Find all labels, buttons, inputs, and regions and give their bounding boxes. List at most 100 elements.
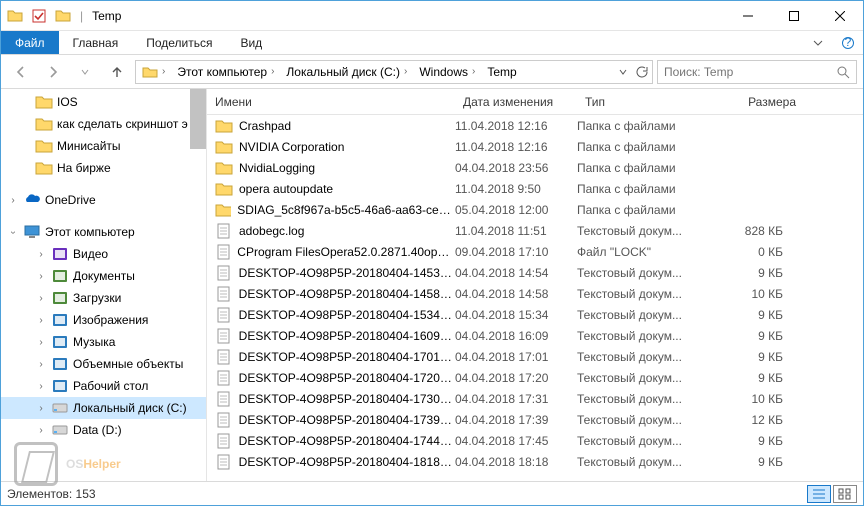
table-row[interactable]: Crashpad11.04.2018 12:16Папка с файлами (207, 115, 863, 136)
breadcrumb-seg-2[interactable]: Windows› (413, 61, 481, 83)
chevron-right-icon[interactable]: › (35, 425, 47, 436)
cell-name: DESKTOP-4O98P5P-20180404-1453.log (239, 266, 455, 280)
table-row[interactable]: NVIDIA Corporation11.04.2018 12:16Папка … (207, 136, 863, 157)
tree-item-label: Объемные объекты (73, 357, 183, 371)
chevron-right-icon[interactable]: › (35, 403, 47, 414)
tree-thispc-child-3[interactable]: ›Изображения (1, 309, 206, 331)
cell-type: Текстовый докум... (577, 266, 705, 280)
tree-thispc-child-5[interactable]: › Объемные объекты (1, 353, 206, 375)
qat-new-folder-icon[interactable] (53, 6, 73, 26)
table-row[interactable]: SDIAG_5c8f967a-b5c5-46a6-aa63-ce260af...… (207, 199, 863, 220)
up-button[interactable] (103, 58, 131, 86)
minimize-button[interactable] (725, 1, 771, 31)
column-type[interactable]: Тип (577, 89, 705, 114)
tree-item-label: Видео (73, 247, 108, 261)
table-row[interactable]: DESKTOP-4O98P5P-20180404-1701.log04.04.2… (207, 346, 863, 367)
tree-thispc-child-0[interactable]: › Видео (1, 243, 206, 265)
search-box[interactable] (657, 60, 857, 84)
tree-thispc-child-8[interactable]: ›Data (D:) (1, 419, 206, 441)
cell-date: 09.04.2018 17:10 (455, 245, 577, 259)
back-button[interactable] (7, 58, 35, 86)
qat-checkbox-icon[interactable] (29, 6, 49, 26)
breadcrumb-seg-0[interactable]: Этот компьютер› (171, 61, 280, 83)
close-button[interactable] (817, 1, 863, 31)
cell-date: 04.04.2018 23:56 (455, 161, 577, 175)
table-row[interactable]: CProgram FilesOpera52.0.2871.40opera_a..… (207, 241, 863, 262)
ribbon-expand-button[interactable] (803, 31, 833, 54)
table-row[interactable]: DESKTOP-4O98P5P-20180404-1453.log04.04.2… (207, 262, 863, 283)
table-row[interactable]: DESKTOP-4O98P5P-20180404-1818.log04.04.2… (207, 451, 863, 472)
tree-quick-0[interactable]: IOS (1, 91, 206, 113)
table-row[interactable]: NvidiaLogging04.04.2018 23:56Папка с фай… (207, 157, 863, 178)
chevron-right-icon[interactable]: › (35, 249, 47, 260)
recent-button[interactable] (71, 58, 99, 86)
breadcrumb-seg-1[interactable]: Локальный диск (C:)› (280, 61, 413, 83)
address-bar: › Этот компьютер› Локальный диск (C:)› W… (1, 55, 863, 89)
search-input[interactable] (664, 65, 836, 79)
search-icon[interactable] (836, 65, 850, 79)
column-date[interactable]: Дата изменения (455, 89, 577, 114)
tree-quick-1[interactable]: как сделать скриншот э (1, 113, 206, 135)
chevron-right-icon[interactable]: › (35, 315, 47, 326)
tree-quick-3[interactable]: На бирже (1, 157, 206, 179)
table-row[interactable]: DESKTOP-4O98P5P-20180404-1609.log04.04.2… (207, 325, 863, 346)
table-row[interactable]: DESKTOP-4O98P5P-20180404-1458.log04.04.2… (207, 283, 863, 304)
ribbon-help-button[interactable]: ? (833, 31, 863, 54)
cell-type: Текстовый докум... (577, 434, 705, 448)
table-row[interactable]: DESKTOP-4O98P5P-20180404-1739.log04.04.2… (207, 409, 863, 430)
column-name[interactable]: Имени (207, 89, 455, 114)
maximize-button[interactable] (771, 1, 817, 31)
cell-type: Папка с файлами (577, 182, 705, 196)
download-icon (51, 289, 69, 307)
tree-thispc-child-6[interactable]: ›Рабочий стол (1, 375, 206, 397)
cell-date: 04.04.2018 16:09 (455, 329, 577, 343)
table-row[interactable]: DESKTOP-4O98P5P-20180404-1730.log04.04.2… (207, 388, 863, 409)
breadcrumb[interactable]: › Этот компьютер› Локальный диск (C:)› W… (135, 60, 653, 84)
tree-onedrive[interactable]: › OneDrive (1, 189, 206, 211)
ribbon-tab-view[interactable]: Вид (226, 31, 276, 54)
breadcrumb-seg-3[interactable]: Temp (481, 61, 522, 83)
chevron-right-icon[interactable]: › (35, 271, 47, 282)
cell-size: 9 КБ (705, 266, 805, 280)
ribbon-tab-home[interactable]: Главная (59, 31, 133, 54)
cell-name: opera autoupdate (239, 182, 333, 196)
tree-thispc-child-7[interactable]: ›Локальный диск (C:) (1, 397, 206, 419)
cell-name: adobegc.log (239, 224, 304, 238)
cell-type: Текстовый докум... (577, 413, 705, 427)
table-row[interactable]: DESKTOP-4O98P5P-20180404-1720.log04.04.2… (207, 367, 863, 388)
column-size[interactable]: Размера (705, 89, 805, 114)
ribbon-tab-file[interactable]: Файл (1, 31, 59, 54)
view-details-button[interactable] (807, 485, 831, 503)
cell-date: 05.04.2018 12:00 (455, 203, 577, 217)
tree-thispc-child-4[interactable]: ›Музыка (1, 331, 206, 353)
ribbon-tab-share[interactable]: Поделиться (132, 31, 226, 54)
tree-quick-2[interactable]: Минисайты (1, 135, 206, 157)
table-row[interactable]: adobegc.log11.04.2018 11:51Текстовый док… (207, 220, 863, 241)
forward-button[interactable] (39, 58, 67, 86)
chevron-right-icon[interactable]: › (35, 337, 47, 348)
tree-thispc-child-1[interactable]: ›Документы (1, 265, 206, 287)
history-dropdown-icon[interactable] (618, 67, 628, 77)
chevron-right-icon[interactable]: › (35, 359, 47, 370)
chevron-down-icon[interactable]: › (8, 226, 19, 238)
refresh-icon[interactable] (634, 65, 648, 79)
chevron-right-icon[interactable]: › (35, 293, 47, 304)
breadcrumb-root-icon[interactable]: › (136, 61, 171, 83)
3d-icon (51, 355, 69, 373)
tree-thispc-child-2[interactable]: ›Загрузки (1, 287, 206, 309)
file-icon (215, 285, 233, 303)
chevron-right-icon[interactable]: › (35, 381, 47, 392)
table-row[interactable]: opera autoupdate11.04.2018 9:50Папка с ф… (207, 178, 863, 199)
cell-name: NvidiaLogging (239, 161, 315, 175)
cell-type: Текстовый докум... (577, 455, 705, 469)
cell-size: 12 КБ (705, 413, 805, 427)
scrollbar-thumb[interactable] (190, 89, 206, 149)
file-icon (215, 432, 233, 450)
chevron-right-icon[interactable]: › (7, 195, 19, 206)
view-icons-button[interactable] (833, 485, 857, 503)
table-row[interactable]: DESKTOP-4O98P5P-20180404-1744.log04.04.2… (207, 430, 863, 451)
file-icon (215, 306, 233, 324)
tree-thispc[interactable]: › Этот компьютер (1, 221, 206, 243)
table-row[interactable]: DESKTOP-4O98P5P-20180404-1534.log04.04.2… (207, 304, 863, 325)
cell-type: Текстовый докум... (577, 224, 705, 238)
